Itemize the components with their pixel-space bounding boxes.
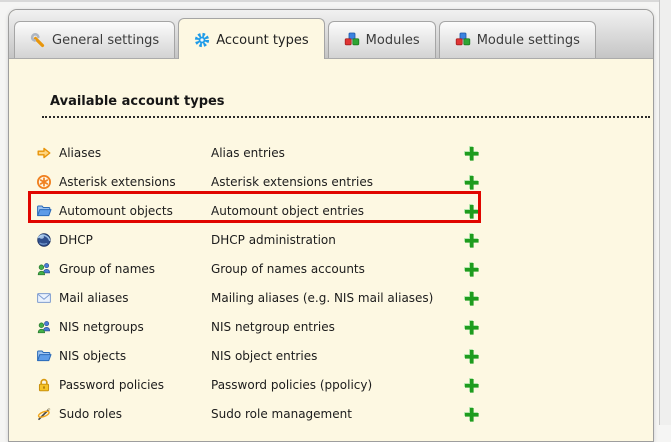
account-type-name: Aliases (59, 146, 211, 160)
account-type-description: DHCP administration (211, 233, 463, 247)
mail-icon (36, 290, 55, 306)
add-account-type-button[interactable] (463, 203, 479, 219)
wand-icon (36, 406, 55, 422)
account-type-row: Group of names Group of names accounts (36, 254, 479, 283)
window-top-edge (0, 0, 671, 2)
account-type-description: Password policies (ppolicy) (211, 378, 463, 392)
gear-icon (194, 32, 210, 48)
folder-icon (36, 203, 55, 219)
plus-icon (463, 203, 479, 219)
wrench-icon (30, 32, 46, 48)
tab-label: General settings (52, 33, 159, 48)
tab-label: Module settings (477, 33, 580, 48)
account-type-row: Sudo roles Sudo role management (36, 399, 479, 428)
add-account-type-button[interactable] (463, 145, 479, 161)
page-right-gutter (660, 0, 671, 425)
account-type-row: NIS objects NIS object entries (36, 341, 479, 370)
account-type-name: Automount objects (59, 204, 211, 218)
account-type-name: Group of names (59, 262, 211, 276)
account-type-row: DHCP DHCP administration (36, 225, 479, 254)
add-account-type-button[interactable] (463, 290, 479, 306)
tab-label: Modules (366, 33, 420, 48)
account-type-name: NIS objects (59, 349, 211, 363)
blocks-icon (455, 32, 471, 48)
tab-modules[interactable]: Modules (328, 21, 436, 58)
account-type-name: NIS netgroups (59, 320, 211, 334)
plus-icon (463, 406, 479, 422)
account-type-name: Asterisk extensions (59, 175, 211, 189)
plus-icon (463, 290, 479, 306)
add-account-type-button[interactable] (463, 406, 479, 422)
account-type-description: NIS netgroup entries (211, 320, 463, 334)
asterisk-icon (36, 174, 55, 190)
users-icon (36, 319, 55, 335)
folder-icon (36, 348, 55, 364)
plus-icon (463, 348, 479, 364)
alias-arrow-icon (36, 145, 55, 161)
account-type-name: Password policies (59, 378, 211, 392)
account-type-row: Automount objects Automount object entri… (36, 196, 479, 225)
account-types-content: Available account types Aliases Alias en… (9, 59, 653, 428)
lock-icon (36, 377, 55, 393)
plus-icon (463, 319, 479, 335)
add-account-type-button[interactable] (463, 377, 479, 393)
account-type-description: Group of names accounts (211, 262, 463, 276)
plus-icon (463, 377, 479, 393)
users-icon (36, 261, 55, 277)
tab-label: Account types (216, 33, 308, 48)
globe-icon (36, 232, 55, 248)
add-account-type-button[interactable] (463, 261, 479, 277)
add-account-type-button[interactable] (463, 174, 479, 190)
account-type-name: Mail aliases (59, 291, 211, 305)
blocks-icon (344, 32, 360, 48)
account-type-list: Aliases Alias entries Asterisk extension… (36, 138, 479, 428)
tab-account-types[interactable]: Account types (178, 18, 324, 59)
add-account-type-button[interactable] (463, 232, 479, 248)
account-type-row: Password policies Password policies (ppo… (36, 370, 479, 399)
account-type-description: Mailing aliases (e.g. NIS mail aliases) (211, 291, 463, 305)
account-type-row: Aliases Alias entries (36, 138, 479, 167)
add-account-type-button[interactable] (463, 348, 479, 364)
account-type-row: Mail aliases Mailing aliases (e.g. NIS m… (36, 283, 479, 312)
plus-icon (463, 174, 479, 190)
account-type-name: Sudo roles (59, 407, 211, 421)
account-type-row: NIS netgroups NIS netgroup entries (36, 312, 479, 341)
account-type-description: Asterisk extensions entries (211, 175, 463, 189)
plus-icon (463, 261, 479, 277)
add-account-type-button[interactable] (463, 319, 479, 335)
plus-icon (463, 232, 479, 248)
section-title: Available account types (42, 94, 650, 118)
page-right-border (659, 0, 660, 425)
account-type-description: NIS object entries (211, 349, 463, 363)
account-type-description: Automount object entries (211, 204, 463, 218)
tab-bar: General settings Account types Modules M… (9, 10, 653, 59)
settings-panel: General settings Account types Modules M… (8, 9, 654, 442)
tab-module-settings[interactable]: Module settings (439, 21, 596, 58)
account-type-row: Asterisk extensions Asterisk extensions … (36, 167, 479, 196)
account-type-description: Alias entries (211, 146, 463, 160)
plus-icon (463, 145, 479, 161)
account-type-description: Sudo role management (211, 407, 463, 421)
account-type-name: DHCP (59, 233, 211, 247)
tab-general-settings[interactable]: General settings (14, 21, 175, 58)
